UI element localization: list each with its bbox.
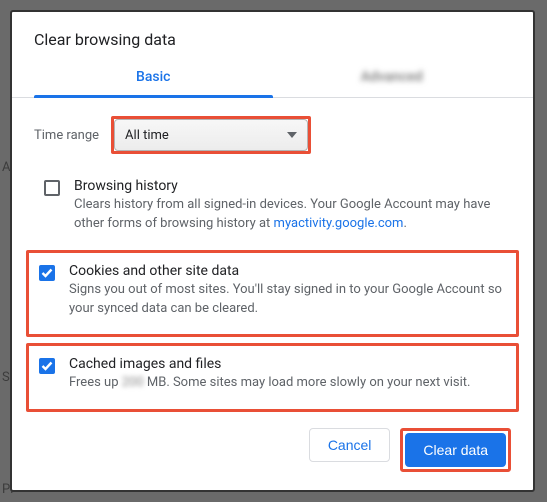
option-text: Cookies and other site data Signs you ou… bbox=[69, 263, 512, 319]
highlight-cookies: Cookies and other site data Signs you ou… bbox=[26, 250, 519, 338]
chevron-down-icon bbox=[287, 132, 297, 138]
option-cookies: Cookies and other site data Signs you ou… bbox=[29, 253, 516, 331]
option-text: Browsing history Clears history from all… bbox=[74, 178, 505, 234]
option-title: Browsing history bbox=[74, 178, 505, 194]
dialog-body: Time range All time Browsing history Cle… bbox=[12, 98, 533, 414]
checkbox-history[interactable] bbox=[44, 180, 60, 196]
option-desc: Frees up 200 MB. Some sites may load mor… bbox=[69, 374, 512, 393]
option-browsing-history: Browsing history Clears history from all… bbox=[34, 168, 511, 246]
blurred-size: 200 bbox=[122, 374, 144, 393]
check-icon bbox=[41, 268, 53, 278]
option-desc: Clears history from all signed-in device… bbox=[74, 196, 505, 234]
tabs: Basic Advanced bbox=[12, 59, 533, 98]
dialog-footer: Cancel Clear data bbox=[12, 414, 533, 490]
desc-text: Frees up bbox=[69, 375, 122, 390]
desc-text: . bbox=[403, 216, 406, 231]
timerange-row: Time range All time bbox=[34, 98, 511, 168]
timerange-label: Time range bbox=[34, 128, 99, 143]
option-desc: Signs you out of most sites. You'll stay… bbox=[69, 281, 512, 319]
highlight-timerange: All time bbox=[111, 116, 311, 154]
checkbox-cache[interactable] bbox=[39, 358, 55, 374]
myactivity-link[interactable]: myactivity.google.com bbox=[274, 216, 404, 231]
clear-data-button[interactable]: Clear data bbox=[405, 433, 506, 467]
option-text: Cached images and files Frees up 200 MB.… bbox=[69, 356, 512, 393]
clear-browsing-data-dialog: Clear browsing data Basic Advanced Time … bbox=[10, 10, 535, 492]
checkbox-cookies[interactable] bbox=[39, 265, 55, 281]
dialog-title: Clear browsing data bbox=[12, 12, 533, 59]
select-value: All time bbox=[125, 128, 169, 143]
highlight-clear-button: Clear data bbox=[400, 428, 511, 472]
tab-basic[interactable]: Basic bbox=[34, 59, 273, 97]
tab-label: Advanced bbox=[361, 69, 423, 85]
option-title: Cookies and other site data bbox=[69, 263, 512, 279]
timerange-select[interactable]: All time bbox=[114, 119, 308, 151]
option-cache: Cached images and files Frees up 200 MB.… bbox=[29, 346, 516, 405]
desc-text: MB. Some sites may load more slowly on y… bbox=[144, 375, 471, 390]
option-title: Cached images and files bbox=[69, 356, 512, 372]
tab-label: Basic bbox=[136, 69, 170, 85]
highlight-cache: Cached images and files Frees up 200 MB.… bbox=[26, 343, 519, 412]
tab-advanced[interactable]: Advanced bbox=[273, 59, 512, 97]
cancel-button[interactable]: Cancel bbox=[309, 428, 391, 462]
check-icon bbox=[41, 361, 53, 371]
